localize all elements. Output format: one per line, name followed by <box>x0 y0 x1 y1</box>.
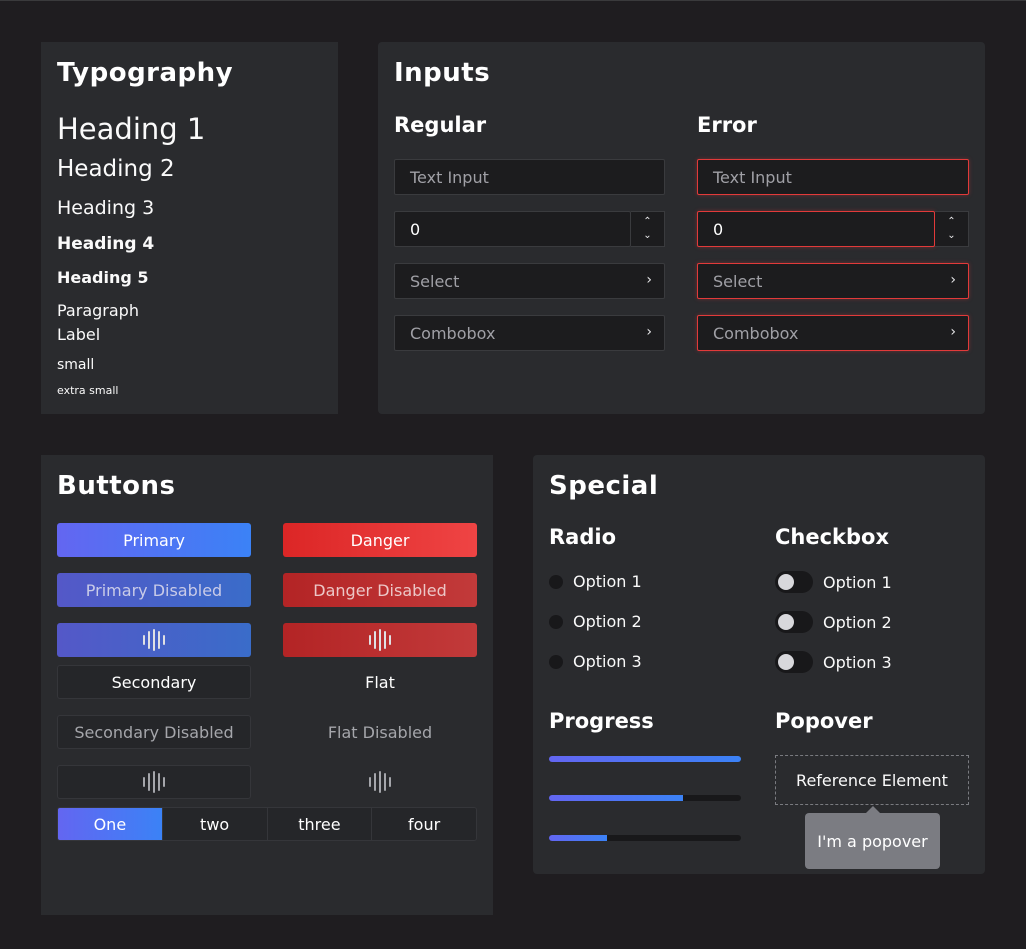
primary-disabled-button[interactable]: Primary Disabled <box>57 573 251 607</box>
toggle-switch[interactable] <box>775 571 813 593</box>
radio-option-label: Option 2 <box>573 612 642 631</box>
secondary-loading-button[interactable] <box>57 765 251 799</box>
chevron-down-icon[interactable]: ⌄ <box>643 229 651 243</box>
select-placeholder: Select <box>410 271 460 291</box>
radio-title: Radio <box>549 525 616 549</box>
progress-bar-2 <box>549 795 741 801</box>
error-inputs-title: Error <box>697 113 757 137</box>
heading-4-sample: Heading 4 <box>57 234 155 254</box>
segment-two[interactable]: two <box>162 808 268 840</box>
radio-option-label: Option 3 <box>573 652 642 671</box>
chevron-right-icon: › <box>950 272 956 288</box>
audio-wave-icon <box>369 629 391 651</box>
flat-loading-button[interactable] <box>283 765 477 799</box>
heading-2-sample: Heading 2 <box>57 156 175 182</box>
danger-disabled-button[interactable]: Danger Disabled <box>283 573 477 607</box>
error-text-input-placeholder: Text Input <box>713 167 792 187</box>
audio-wave-icon <box>143 629 165 651</box>
radio-option-1[interactable]: Option 1 <box>549 572 642 591</box>
popover-reference-element[interactable]: Reference Element <box>775 755 969 805</box>
inputs-card: Inputs Regular Text Input 0 ⌃ ⌄ Select ›… <box>378 42 985 414</box>
segmented-control: One two three four <box>57 807 477 841</box>
error-select-input[interactable]: Select › <box>697 263 969 299</box>
error-combobox-placeholder: Combobox <box>713 323 799 343</box>
progress-title: Progress <box>549 709 654 733</box>
small-sample: small <box>57 357 95 373</box>
checkbox-title: Checkbox <box>775 525 890 549</box>
flat-disabled-button[interactable]: Flat Disabled <box>283 715 477 749</box>
error-number-stepper[interactable]: ⌃ ⌄ <box>935 211 969 247</box>
popover: I'm a popover <box>805 806 940 869</box>
heading-1-sample: Heading 1 <box>57 112 206 146</box>
chevron-right-icon: › <box>646 272 652 288</box>
label-sample: Label <box>57 325 101 344</box>
typography-card: Typography Heading 1 Heading 2 Heading 3… <box>41 42 338 414</box>
combobox-input[interactable]: Combobox › <box>394 315 665 351</box>
checkbox-option-1[interactable]: Option 1 <box>775 571 892 593</box>
danger-loading-button[interactable] <box>283 623 477 657</box>
radio-button[interactable] <box>549 574 563 589</box>
number-input-value: 0 <box>410 219 421 239</box>
radio-button[interactable] <box>549 614 563 629</box>
progress-fill <box>549 835 607 841</box>
special-card: Special Radio Option 1 Option 2 Option 3… <box>533 455 985 874</box>
chevron-right-icon: › <box>950 324 956 340</box>
paragraph-sample: Paragraph <box>57 301 139 320</box>
checkbox-option-label: Option 2 <box>823 612 892 632</box>
inputs-title: Inputs <box>394 58 491 88</box>
progress-fill <box>549 795 684 801</box>
danger-button[interactable]: Danger <box>283 523 477 557</box>
radio-option-label: Option 1 <box>573 572 642 591</box>
special-title: Special <box>549 471 659 501</box>
text-input-placeholder: Text Input <box>410 167 489 187</box>
checkbox-option-label: Option 1 <box>823 572 892 592</box>
combobox-placeholder: Combobox <box>410 323 496 343</box>
error-select-placeholder: Select <box>713 271 763 291</box>
popover-title: Popover <box>775 709 873 733</box>
primary-button[interactable]: Primary <box>57 523 251 557</box>
secondary-disabled-button[interactable]: Secondary Disabled <box>57 715 251 749</box>
buttons-card: Buttons Primary Danger Primary Disabled … <box>41 455 493 915</box>
error-number-input[interactable]: 0 <box>697 211 935 247</box>
radio-option-2[interactable]: Option 2 <box>549 612 642 631</box>
audio-wave-icon <box>369 771 391 793</box>
text-input[interactable]: Text Input <box>394 159 665 195</box>
progress-fill <box>549 756 741 762</box>
error-text-input[interactable]: Text Input <box>697 159 969 195</box>
checkbox-option-3[interactable]: Option 3 <box>775 651 892 673</box>
segment-three[interactable]: three <box>267 808 373 840</box>
number-input[interactable]: 0 <box>394 211 631 247</box>
error-combobox-input[interactable]: Combobox › <box>697 315 969 351</box>
typography-title: Typography <box>57 58 234 88</box>
chevron-right-icon: › <box>646 324 652 340</box>
buttons-title: Buttons <box>57 471 176 501</box>
segment-four[interactable]: four <box>372 808 476 840</box>
toggle-switch[interactable] <box>775 651 813 673</box>
chevron-down-icon[interactable]: ⌄ <box>947 229 955 243</box>
progress-bar-1 <box>549 756 741 762</box>
radio-option-3[interactable]: Option 3 <box>549 652 642 671</box>
segment-one[interactable]: One <box>58 808 163 840</box>
checkbox-option-label: Option 3 <box>823 652 892 672</box>
secondary-button[interactable]: Secondary <box>57 665 251 699</box>
number-stepper[interactable]: ⌃ ⌄ <box>631 211 665 247</box>
primary-loading-button[interactable] <box>57 623 251 657</box>
toggle-switch[interactable] <box>775 611 813 633</box>
progress-bar-3 <box>549 835 741 841</box>
chevron-up-icon[interactable]: ⌃ <box>643 215 651 229</box>
heading-3-sample: Heading 3 <box>57 197 155 219</box>
heading-5-sample: Heading 5 <box>57 268 149 287</box>
regular-inputs-title: Regular <box>394 113 487 137</box>
select-input[interactable]: Select › <box>394 263 665 299</box>
error-number-input-value: 0 <box>713 219 724 239</box>
extra-small-sample: extra small <box>57 384 119 397</box>
checkbox-option-2[interactable]: Option 2 <box>775 611 892 633</box>
audio-wave-icon <box>143 771 165 793</box>
radio-button[interactable] <box>549 654 563 669</box>
chevron-up-icon[interactable]: ⌃ <box>947 215 955 229</box>
flat-button[interactable]: Flat <box>283 665 477 699</box>
